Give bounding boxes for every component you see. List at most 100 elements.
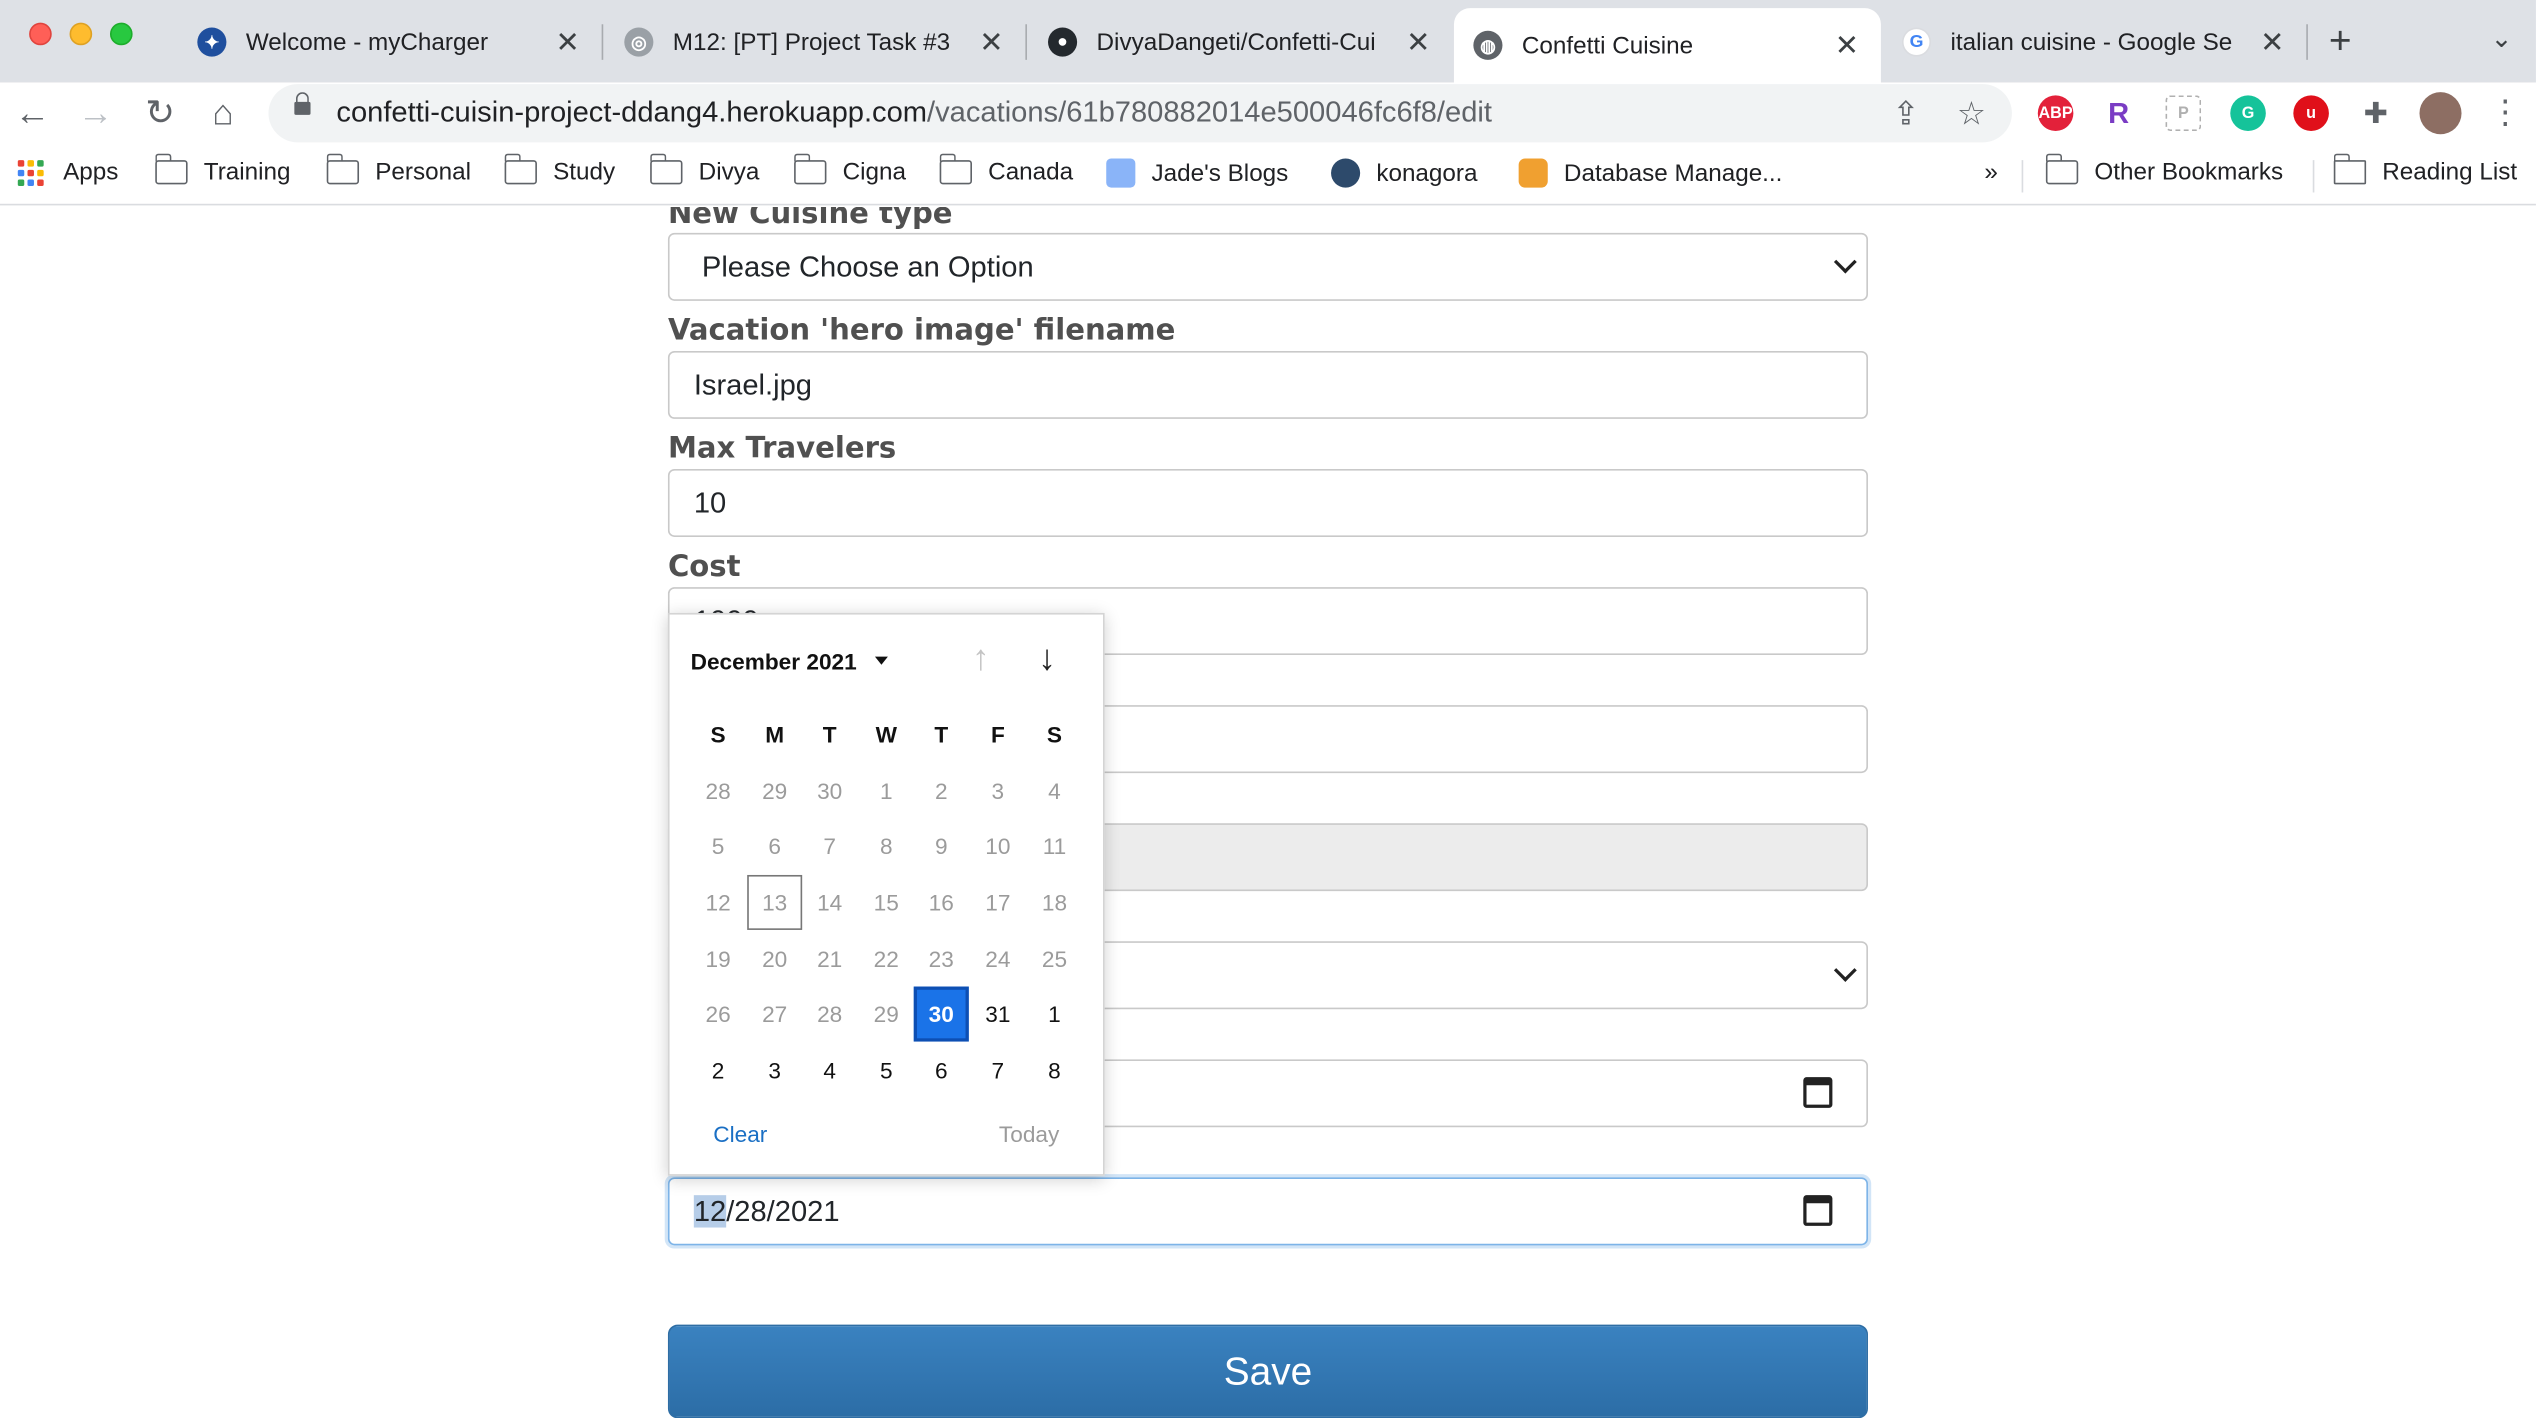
bookmark-konagora[interactable]: konagora [1331,158,1478,188]
calendar-day: 9 [934,832,948,859]
date-month-segment[interactable]: 12 [693,1195,726,1228]
charger-logo-icon: ✦ [197,27,227,57]
close-window-button[interactable] [29,22,52,46]
tab-separator [601,24,604,60]
calendar-icon[interactable] [1803,1077,1833,1108]
url-text[interactable]: confetti-cuisin-project-ddang4.herokuapp… [336,95,1492,129]
caret-down-icon[interactable] [874,656,888,665]
bookmark-star-icon[interactable]: ☆ [1957,94,1986,134]
tab-search-chevron-icon[interactable]: ⌄ [2491,23,2513,55]
folder-icon [649,153,683,185]
url-domain: confetti-cuisin-project-ddang4.herokuapp… [336,95,928,128]
forward-arrow-icon[interactable]: → [74,92,116,134]
database-icon [1518,158,1548,188]
save-button[interactable]: Save [667,1324,1868,1418]
close-tab-icon[interactable]: ✕ [553,25,582,59]
lock-icon[interactable] [294,92,311,115]
close-tab-icon[interactable]: ✕ [2258,25,2287,59]
previous-month-arrow-icon[interactable]: ↑ [972,640,990,676]
home-icon[interactable]: ⌂ [202,92,244,134]
new-tab-button[interactable]: + [2329,19,2352,64]
tab-project-task[interactable]: ◎ M12: [PT] Project Task #3 ✕ [605,10,1025,75]
chevron-down-icon [1833,958,1857,982]
bookmark-cigna[interactable]: Cigna [793,153,906,186]
chevron-down-icon [1833,250,1857,274]
cuisine-type-select[interactable]: Please Choose an Option [667,232,1868,301]
today-button[interactable]: Today [999,1121,1059,1147]
ublock-icon[interactable]: u [2293,95,2329,132]
canvas-logo-icon: ◎ [624,27,654,57]
address-bar[interactable]: confetti-cuisin-project-ddang4.herokuapp… [268,84,2012,143]
calendar-day[interactable]: 5 [859,1043,914,1098]
calendar-day: 18 [1041,889,1068,916]
datepicker-popup: December 2021 ↑ ↓ S M T W T F S 28 29 30 1 2 3 4 5 6 7 8 9… [667,612,1105,1176]
calendar-day[interactable]: 4 [802,1043,857,1098]
calendar-day[interactable]: 6 [914,1043,969,1098]
calendar-day: 6 [768,832,781,859]
hero-image-label: Vacation 'hero image' filename [667,313,1176,348]
bookmark-study[interactable]: Study [503,153,615,186]
calendar-day[interactable]: 8 [1027,1043,1082,1098]
bookmark-database-manage[interactable]: Database Manage... [1518,158,1782,188]
hero-image-input[interactable]: Israel.jpg [667,350,1868,419]
github-icon: ● [1048,27,1078,57]
date-rest-segment[interactable]: /28/2021 [726,1195,839,1227]
calendar-icon[interactable] [1803,1195,1833,1226]
weekday-header: T [934,721,949,748]
more-bookmarks-button[interactable]: » [1984,158,1997,185]
bookmark-apps[interactable]: Apps [17,158,119,186]
reading-list-button[interactable]: Reading List [2332,153,2517,186]
calendar-day[interactable]: 31 [970,987,1025,1042]
url-path: /vacations/61b780882014e500046fc6f8/edit [927,95,1492,128]
maximize-window-button[interactable] [109,22,133,46]
calendar-day: 19 [705,946,731,972]
tab-github[interactable]: ● DivyaDangeti/Confetti-Cui ✕ [1029,10,1453,75]
close-tab-icon[interactable]: ✕ [977,25,1006,59]
tab-bar: ✦ Welcome - myCharger ✕ ◎ M12: [PT] Proj… [0,0,2536,83]
calendar-day[interactable]: 1 [1027,987,1082,1042]
month-year-selector[interactable]: December 2021 [691,649,857,675]
profile-avatar[interactable] [2419,92,2462,135]
r-extension-icon[interactable]: R [2101,95,2137,131]
minimize-window-button[interactable] [69,22,93,46]
bookmark-canada[interactable]: Canada [938,153,1073,186]
bookmark-training[interactable]: Training [154,153,291,186]
calendar-day[interactable]: 3 [747,1043,802,1098]
p-extension-icon[interactable]: P [2165,95,2202,132]
tab-separator [2306,24,2308,60]
folder-icon [503,153,537,185]
blog-icon [1106,158,1136,188]
kebab-menu-icon[interactable]: ⋮ [2484,92,2526,134]
reading-list-icon [2332,153,2367,185]
calendar-day[interactable]: 2 [691,1043,746,1098]
tab-confetti-cuisine[interactable]: ◍ Confetti Cuisine ✕ [1453,8,1881,83]
cuisine-type-label: New Cuisine type [667,207,953,232]
calendar-day-selected[interactable]: 30 [913,986,969,1042]
reload-icon[interactable]: ↻ [139,92,181,134]
screen: ✦ Welcome - myCharger ✕ ◎ M12: [PT] Proj… [0,0,2536,1418]
tab-google-search[interactable]: G italian cuisine - Google Se ✕ [1883,10,2307,75]
calendar-day: 29 [762,777,788,804]
extensions-puzzle-icon[interactable]: ✚ [2355,92,2397,134]
grammarly-icon[interactable]: G [2230,95,2266,132]
share-icon[interactable]: ⇪ [1892,94,1919,134]
close-tab-icon[interactable]: ✕ [1404,25,1433,59]
next-month-arrow-icon[interactable]: ↓ [1038,640,1056,676]
page-content: New Cuisine type Please Choose an Option… [0,207,2536,1418]
bookmark-jades-blogs[interactable]: Jade's Blogs [1106,158,1288,188]
calendar-day: 11 [1042,832,1067,859]
calendar-day[interactable]: 7 [970,1043,1025,1098]
bookmark-divya[interactable]: Divya [649,153,759,186]
bookmarks-separator [2312,160,2315,193]
max-travelers-input[interactable]: 10 [667,469,1868,537]
calendar-day: 28 [705,777,731,804]
bookmark-other-bookmarks[interactable]: Other Bookmarks [2045,153,2283,186]
calendar-day: 5 [711,832,725,859]
tab-mycharger[interactable]: ✦ Welcome - myCharger ✕ [178,10,602,75]
close-tab-icon[interactable]: ✕ [1832,28,1861,62]
clear-button[interactable]: Clear [713,1121,767,1147]
adblock-plus-icon[interactable]: ABP [2037,95,2074,132]
back-arrow-icon[interactable]: ← [11,92,53,134]
bookmark-personal[interactable]: Personal [325,153,471,186]
end-date-input[interactable]: 12/28/2021 [667,1177,1868,1246]
